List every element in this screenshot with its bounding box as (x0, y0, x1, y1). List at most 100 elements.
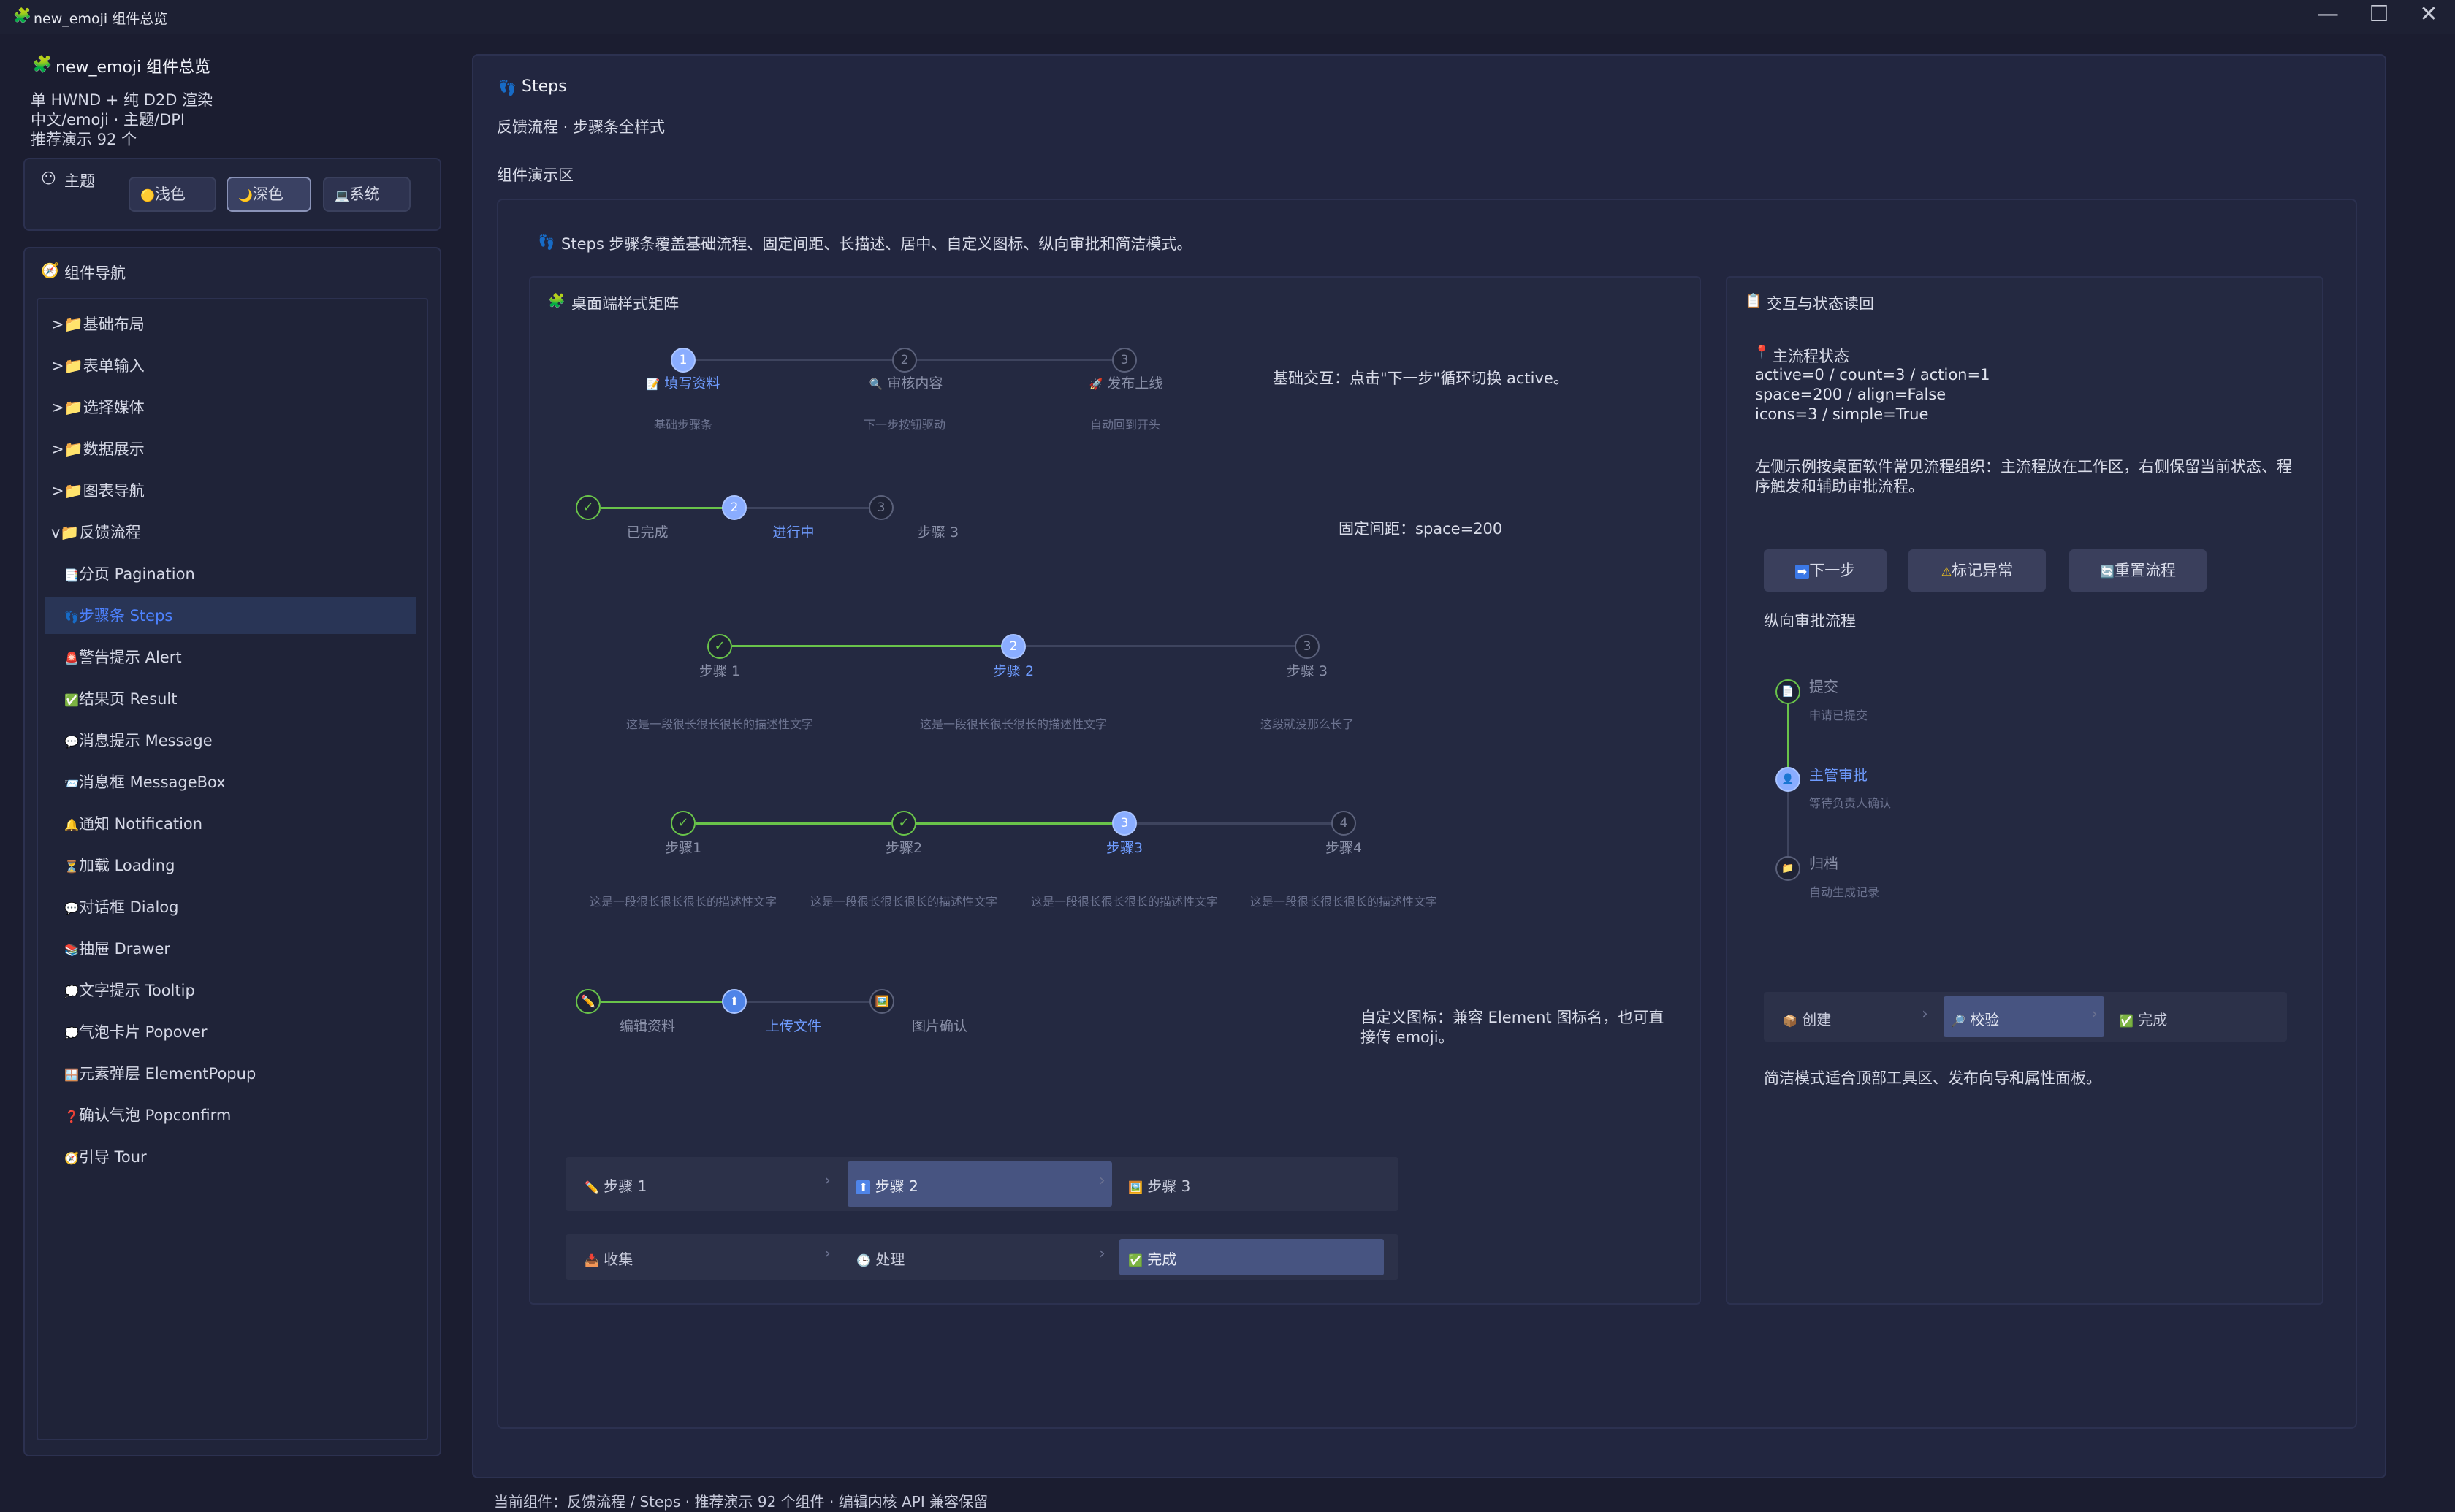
sidebar-item-alert[interactable]: 🚨警告提示 Alert (64, 639, 182, 676)
sidebar-item-message[interactable]: 💬消息提示 Message (64, 722, 213, 759)
theme-light-button[interactable]: 🟡浅色 (129, 177, 216, 212)
drawer-icon: 📚 (64, 943, 79, 957)
nav-group-data-display[interactable]: >📁数据展示 (51, 431, 145, 467)
sidebar-item-label: 步骤条 Steps (78, 607, 173, 625)
reset-flow-button[interactable]: 🔄重置流程 (2069, 549, 2207, 592)
vertical-step-desc: 申请已提交 (1809, 709, 1868, 722)
maximize-icon[interactable]: ☐ (2364, 1, 2394, 27)
sidebar-item-dialog[interactable]: 💬对话框 Dialog (64, 889, 178, 925)
simple-mode-note: 简洁模式适合顶部工具区、发布向导和属性面板。 (1764, 1069, 2101, 1087)
custom-icon-note: 自定义图标：兼容 Element 图标名，也可直接传 emoji。 (1360, 1009, 1664, 1046)
puzzle-icon: 🧩 (548, 293, 566, 309)
step-title-active: 进行中 (772, 524, 815, 541)
check-icon: ✓ (576, 495, 601, 520)
close-icon[interactable]: ✕ (2414, 1, 2443, 27)
simple-step[interactable]: 📦 创建 (1783, 1008, 1831, 1029)
simple-step-label: 步骤 3 (1147, 1177, 1191, 1195)
step-circle-active: 1 (671, 348, 696, 373)
sidebar-item-drawer[interactable]: 📚抽屉 Drawer (64, 931, 170, 967)
pencil-icon: ✏️ (576, 989, 601, 1014)
nav-group-feedback[interactable]: v📁反馈流程 (51, 514, 141, 551)
sidebar-item-label: 消息提示 Message (78, 732, 213, 749)
sidebar-item-steps[interactable]: 👣步骤条 Steps (45, 597, 416, 634)
nav-group-form-input[interactable]: >📁表单输入 (51, 348, 145, 384)
inbox-icon: 📥 (585, 1253, 599, 1267)
simple-step-label: 步骤 2 (875, 1177, 918, 1195)
simple-step-active[interactable]: 🔎 校验 (1951, 1008, 1999, 1029)
sidebar-item-pagination[interactable]: 📑分页 Pagination (64, 556, 195, 592)
sidebar-item-tooltip[interactable]: 💭文字提示 Tooltip (64, 972, 195, 1009)
simple-step[interactable]: 📥 收集 (585, 1248, 633, 1269)
vertical-step-desc: 自动生成记录 (1809, 885, 1880, 899)
step-title: 步骤2 (885, 840, 923, 856)
sidebar-item-element-popup[interactable]: 🪟元素弹层 ElementPopup (64, 1055, 256, 1092)
step-title: 步骤 1 (699, 663, 741, 679)
sidebar-item-popover[interactable]: 💭气泡卡片 Popover (64, 1014, 208, 1050)
sidebar-item-loading[interactable]: ⏳加载 Loading (64, 847, 175, 884)
upload-icon: ⬆ (722, 989, 747, 1014)
pagination-icon: 📑 (64, 568, 79, 582)
status-description: 左侧示例按桌面软件常见流程组织：主流程放在工作区，右侧保留当前状态、程序触发和辅… (1755, 458, 2292, 495)
nav-group-chart-nav[interactable]: >📁图表导航 (51, 473, 145, 509)
step-title: 图片确认 (911, 1018, 967, 1034)
step-circle: 3 (869, 495, 894, 520)
mark-error-button[interactable]: ⚠标记异常 (1908, 549, 2046, 592)
step-title: 🚀 发布上线 (1086, 373, 1166, 392)
upload-icon: ⬆ (856, 1180, 871, 1194)
simple-step-active[interactable]: ✅ 完成 (1128, 1248, 1176, 1269)
vertical-connector-done (1787, 703, 1789, 774)
sidebar-item-label: 警告提示 Alert (78, 649, 182, 666)
step-circle: 3 (1112, 348, 1137, 373)
button-label: 下一步 (1809, 562, 1856, 579)
theme-system-button[interactable]: 💻系统 (323, 177, 411, 212)
footprints-icon: 👣 (538, 234, 555, 251)
computer-icon: 💻 (335, 188, 349, 202)
sidebar-item-result[interactable]: ✅结果页 Result (64, 681, 177, 717)
memo-icon: 📝 (646, 378, 661, 391)
step-desc: 这是一段很长很长很长的描述性文字 (919, 717, 1107, 731)
step-connector (747, 1001, 872, 1003)
button-label: 标记异常 (1952, 562, 2014, 579)
basic-interaction-note: 基础交互：点击"下一步"循环切换 active。 (1273, 370, 1569, 387)
step-title: 已完成 (626, 524, 669, 541)
simple-step[interactable]: ✅ 完成 (2119, 1008, 2167, 1029)
step-circle-active: 3 (1112, 811, 1137, 836)
info-line: 单 HWND + 纯 D2D 渲染 (31, 91, 213, 109)
sun-icon: 🟡 (140, 188, 155, 202)
info-line: 中文/emoji · 主题/DPI (31, 111, 186, 129)
sidebar-item-label: 气泡卡片 Popover (78, 1023, 208, 1041)
sidebar-item-messagebox[interactable]: 📨消息框 MessageBox (64, 764, 226, 801)
vertical-step-title: 归档 (1809, 855, 1838, 872)
sidebar-item-popconfirm[interactable]: ❓确认气泡 Popconfirm (64, 1097, 231, 1134)
sidebar-item-label: 抽屉 Drawer (78, 940, 170, 958)
vertical-connector (1787, 792, 1789, 865)
simple-step[interactable]: ✏️ 步骤 1 (585, 1175, 647, 1196)
loading-icon: ⏳ (64, 860, 79, 874)
simple-step-label: 校验 (1970, 1011, 2000, 1028)
app-info: 单 HWND + 纯 D2D 渲染 中文/emoji · 主题/DPI 推荐演示… (31, 91, 213, 150)
nav-group-basic-layout[interactable]: >📁基础布局 (51, 306, 145, 343)
popconfirm-icon: ❓ (64, 1110, 79, 1123)
matrix-title: 桌面端样式矩阵 (571, 295, 679, 313)
sidebar-item-notification[interactable]: 🔔通知 Notification (64, 806, 202, 842)
check-box-icon: ✅ (1128, 1253, 1143, 1267)
sidebar-item-label: 分页 Pagination (78, 565, 195, 583)
simple-step-active[interactable]: ⬆ 步骤 2 (856, 1175, 918, 1196)
theme-dark-button[interactable]: 🌙深色 (227, 177, 311, 212)
refresh-icon: 🔄 (2100, 565, 2115, 579)
sidebar-item-tour[interactable]: 🧭引导 Tour (64, 1139, 147, 1175)
sidebar-item-label: 对话框 Dialog (78, 898, 179, 916)
simple-step[interactable]: 🕒 处理 (856, 1248, 905, 1269)
nav-group-select-media[interactable]: >📁选择媒体 (51, 389, 145, 426)
app-title: new_emoji 组件总览 (56, 58, 211, 77)
next-step-button[interactable]: ➡ 下一步 (1764, 549, 1887, 592)
user-icon: 👤 (1775, 767, 1800, 792)
element-popup-icon: 🪟 (64, 1068, 79, 1082)
minimize-icon[interactable]: — (2313, 1, 2342, 27)
page-subtitle: 反馈流程 · 步骤条全样式 (497, 118, 666, 136)
simple-step[interactable]: 🖼️ 步骤 3 (1128, 1175, 1190, 1196)
step-title: 填写资料 (664, 375, 720, 392)
chevron-right-icon: › (2091, 1005, 2098, 1023)
step-title-active: 📝 填写资料 (646, 373, 720, 392)
window-title: new_emoji 组件总览 (34, 11, 168, 27)
